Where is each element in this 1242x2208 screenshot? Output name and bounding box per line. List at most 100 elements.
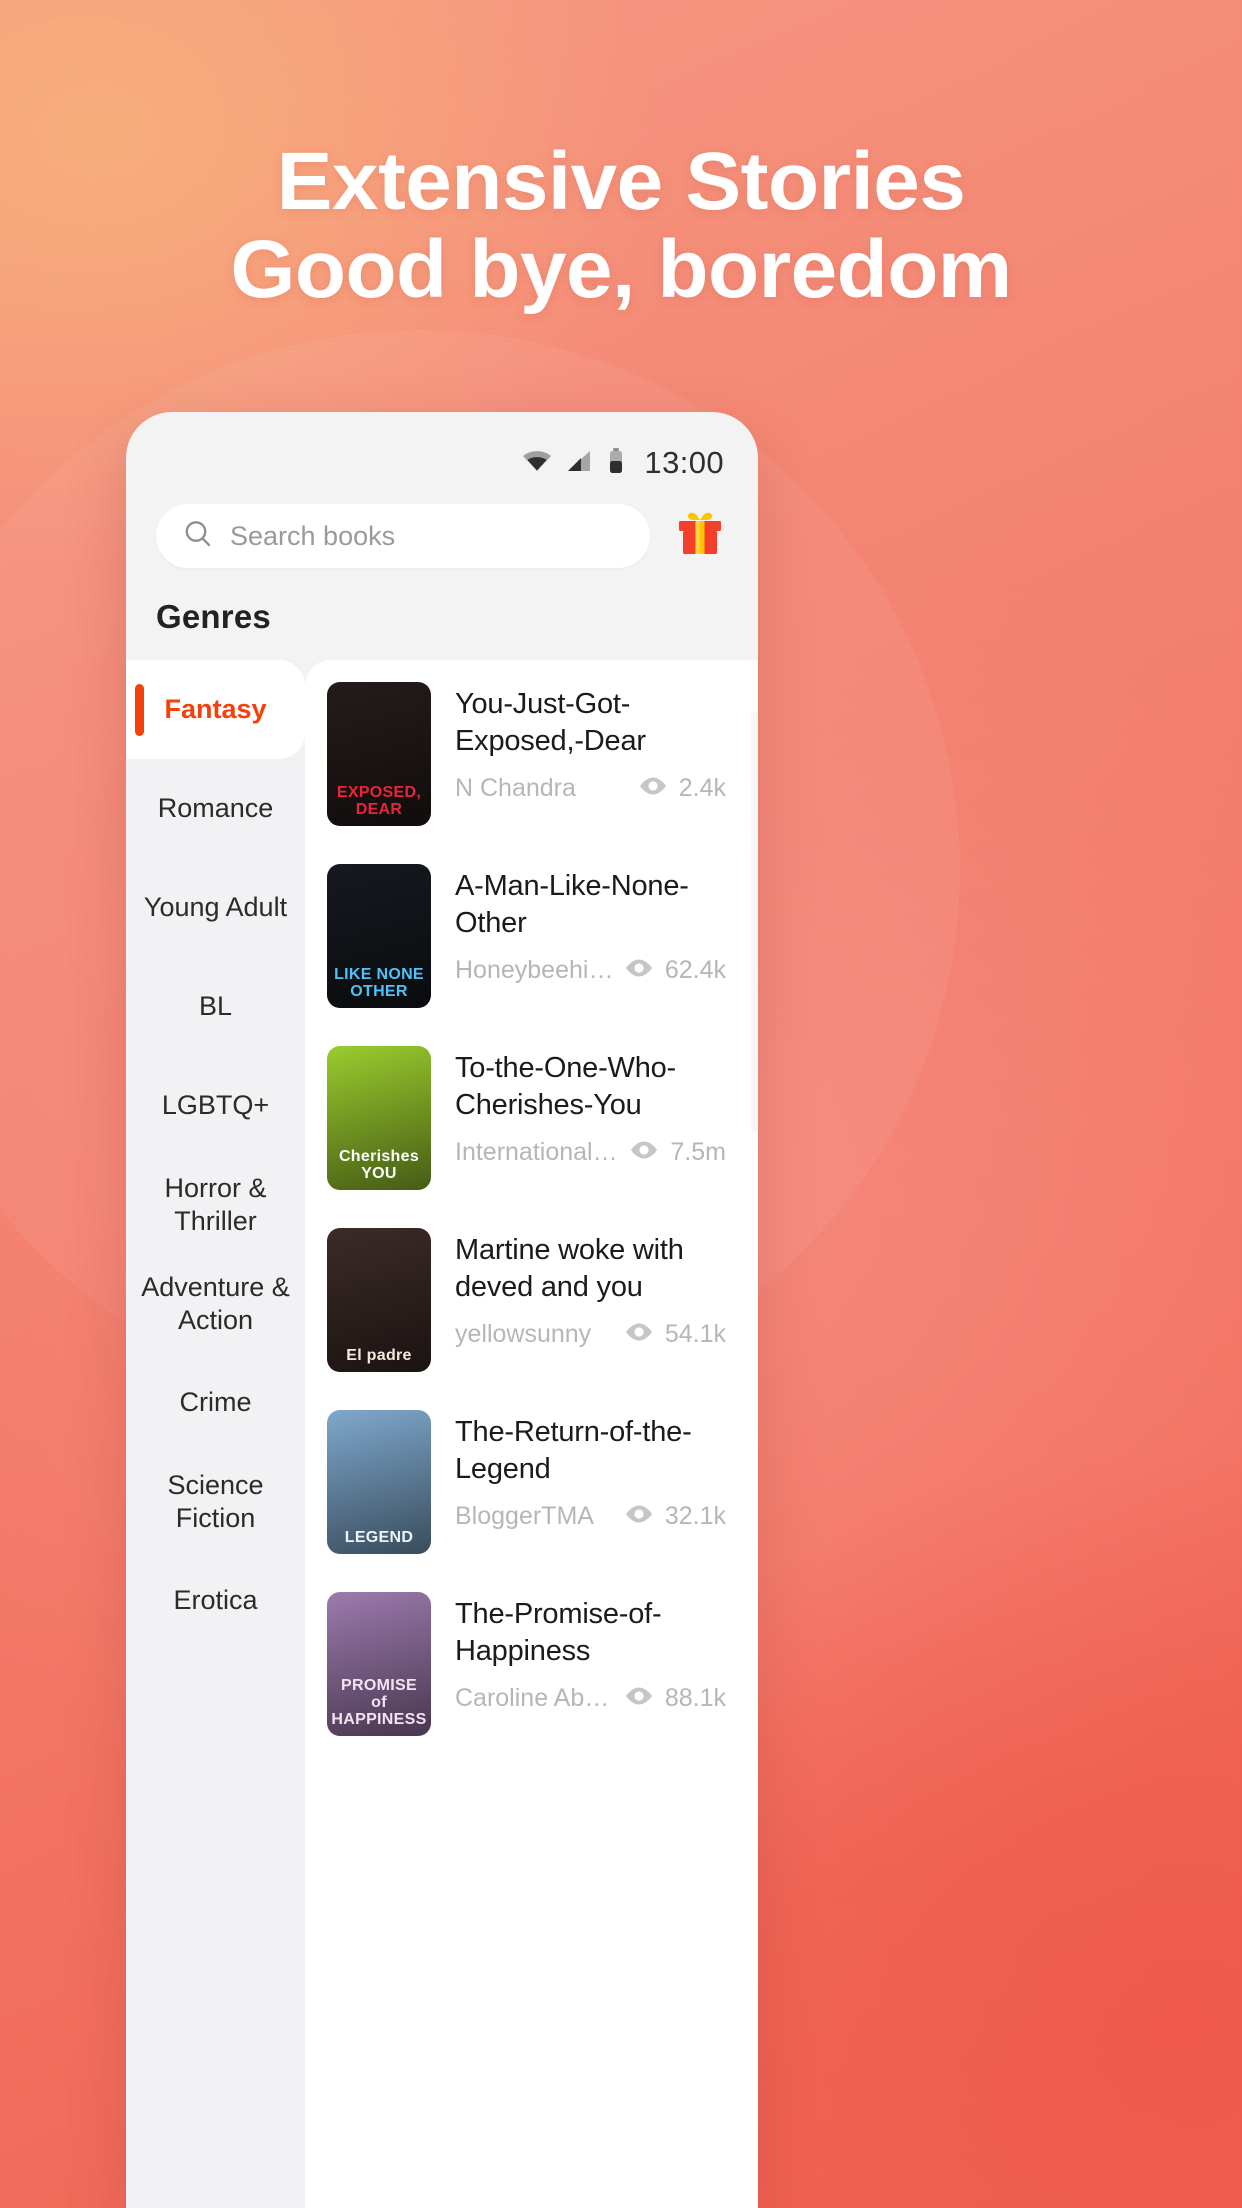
book-title: To-the-One-Who-Cherishes-You	[455, 1052, 677, 1121]
eye-icon	[624, 1685, 654, 1712]
book-author: Honeybeehive	[455, 956, 614, 984]
book-title: Martine woke with deved and you	[455, 1234, 684, 1303]
page-title: Genres	[156, 598, 271, 635]
book-cover-title-text: EXPOSED, DEAR	[336, 784, 422, 818]
genre-item[interactable]: Adventure & Action	[126, 1254, 305, 1353]
eye-icon	[638, 775, 668, 802]
book-author: Caroline Above Story	[455, 1684, 614, 1712]
book-cover-title-text: El padre	[346, 1347, 412, 1364]
search-icon	[182, 518, 214, 555]
gift-button[interactable]	[672, 508, 728, 564]
search-input[interactable]: Search books	[156, 504, 650, 568]
book-subrow: N Chandra 2.4k	[455, 774, 734, 803]
book-cover-title-text: LIKE NONE OTHER	[334, 966, 424, 1000]
eye-icon	[624, 1321, 654, 1348]
status-bar-clock: 13:00	[644, 445, 724, 480]
book-list-item[interactable]: El padre Martine woke with deved and you y…	[305, 1206, 758, 1388]
genre-item-label: Crime	[179, 1387, 252, 1417]
book-meta: To-the-One-Who-Cherishes-You Internationa…	[455, 1046, 734, 1167]
genre-item-label: Horror & Thriller	[164, 1172, 267, 1236]
book-title: The-Promise-of-Happiness	[455, 1598, 662, 1667]
search-placeholder-text: Search books	[230, 520, 396, 551]
book-meta: Martine woke with deved and you yellowsun…	[455, 1228, 734, 1349]
eye-icon	[624, 1503, 654, 1530]
content-area: Fantasy Romance Young Adult BL LGBTQ+ Horror …	[126, 660, 758, 2208]
book-cover-title-text: PROMISE of HAPPINESS	[331, 1677, 427, 1728]
book-list[interactable]: EXPOSED, DEAR You-Just-Got-Exposed,-Dear N…	[305, 660, 758, 2208]
genre-item[interactable]: Erotica	[126, 1551, 305, 1650]
search-row: Search books	[126, 488, 758, 568]
headline-line-2: Good bye, boredom	[230, 224, 1012, 315]
genre-item[interactable]: LGBTQ+	[126, 1056, 305, 1155]
book-cover-image: Cherishes YOU	[327, 1046, 431, 1190]
book-cover-image: El padre	[327, 1228, 431, 1372]
phone-mockup: 13:00 Search books Genres Fantasy Romanc…	[126, 412, 758, 2208]
scrollbar-thumb[interactable]	[751, 712, 758, 1132]
book-views-count: 2.4k	[678, 774, 726, 802]
book-cover-image: EXPOSED, DEAR	[327, 682, 431, 826]
book-subrow: Honeybeehive 62.4k	[455, 956, 734, 985]
genre-item-label: BL	[198, 991, 233, 1021]
book-views: 2.4k	[638, 774, 734, 803]
eye-icon	[624, 957, 654, 984]
wifi-icon	[522, 449, 552, 478]
genre-item-label: Erotica	[173, 1585, 258, 1615]
genre-item-label: Fantasy	[164, 694, 267, 724]
headline-line-1: Extensive Stories	[276, 136, 966, 227]
book-author: N Chandra	[455, 774, 576, 802]
signal-bars-icon	[566, 449, 594, 478]
book-meta: The-Return-of-the-Legend BloggerTMA 32.1k	[455, 1410, 734, 1531]
book-views-count: 62.4k	[664, 956, 726, 984]
book-subrow: BloggerTMA 32.1k	[455, 1502, 734, 1531]
genre-item[interactable]: Horror & Thriller	[126, 1155, 305, 1254]
book-list-item[interactable]: LIKE NONE OTHER A-Man-Like-None-Other Hone…	[305, 842, 758, 1024]
book-cover-title-text: Cherishes YOU	[338, 1148, 420, 1182]
book-list-item[interactable]: LEGEND The-Return-of-the-Legend BloggerTMA…	[305, 1388, 758, 1570]
genre-item[interactable]: BL	[126, 957, 305, 1056]
gift-icon	[675, 510, 725, 563]
genre-item-label: Adventure & Action	[141, 1271, 290, 1335]
status-bar: 13:00	[126, 412, 758, 488]
book-author: International_Pen	[455, 1138, 619, 1166]
book-author: BloggerTMA	[455, 1502, 594, 1530]
book-views-count: 7.5m	[670, 1138, 726, 1166]
book-views: 62.4k	[624, 956, 734, 985]
genre-sidebar[interactable]: Fantasy Romance Young Adult BL LGBTQ+ Horror …	[126, 660, 305, 2208]
book-cover-image: LEGEND	[327, 1410, 431, 1554]
book-views-count: 54.1k	[664, 1320, 726, 1348]
book-cover-image: LIKE NONE OTHER	[327, 864, 431, 1008]
book-title: A-Man-Like-None-Other	[455, 870, 689, 939]
genre-item[interactable]: Young Adult	[126, 858, 305, 957]
book-views: 7.5m	[629, 1138, 734, 1167]
genre-item[interactable]: Science Fiction	[126, 1452, 305, 1551]
book-subrow: Caroline Above Story 88.1k	[455, 1684, 734, 1713]
battery-icon	[608, 447, 624, 479]
genre-item[interactable]: Crime	[126, 1353, 305, 1452]
genre-item-label: LGBTQ+	[161, 1090, 270, 1120]
genre-item[interactable]: Romance	[126, 759, 305, 858]
book-author: yellowsunny	[455, 1320, 592, 1348]
book-subrow: International_Pen 7.5m	[455, 1138, 734, 1167]
promo-headline: Extensive Stories Good bye, boredom	[0, 138, 1242, 314]
book-views: 54.1k	[624, 1320, 734, 1349]
book-subrow: yellowsunny 54.1k	[455, 1320, 734, 1349]
book-views-count: 32.1k	[664, 1502, 726, 1530]
genre-item[interactable]: Fantasy	[126, 660, 305, 759]
book-meta: You-Just-Got-Exposed,-Dear N Chandra 2.4k	[455, 682, 734, 803]
book-views: 88.1k	[624, 1684, 734, 1713]
book-list-item[interactable]: PROMISE of HAPPINESS The-Promise-of-Happi…	[305, 1570, 758, 1752]
genre-item-label: Science Fiction	[167, 1469, 264, 1533]
book-views: 32.1k	[624, 1502, 734, 1531]
genre-item-label: Romance	[157, 793, 274, 823]
eye-icon	[629, 1139, 659, 1166]
book-cover-image: PROMISE of HAPPINESS	[327, 1592, 431, 1736]
genre-item-label: Young Adult	[143, 892, 288, 922]
book-list-item[interactable]: EXPOSED, DEAR You-Just-Got-Exposed,-Dear N…	[305, 660, 758, 842]
book-meta: A-Man-Like-None-Other Honeybeehive 62.4k	[455, 864, 734, 985]
book-title: The-Return-of-the-Legend	[455, 1416, 692, 1485]
book-title: You-Just-Got-Exposed,-Dear	[455, 688, 646, 757]
book-cover-title-text: LEGEND	[344, 1529, 414, 1546]
book-list-item[interactable]: Cherishes YOU To-the-One-Who-Cherishes-Yo…	[305, 1024, 758, 1206]
book-views-count: 88.1k	[664, 1684, 726, 1712]
book-meta: The-Promise-of-Happiness Caroline Above S…	[455, 1592, 734, 1713]
